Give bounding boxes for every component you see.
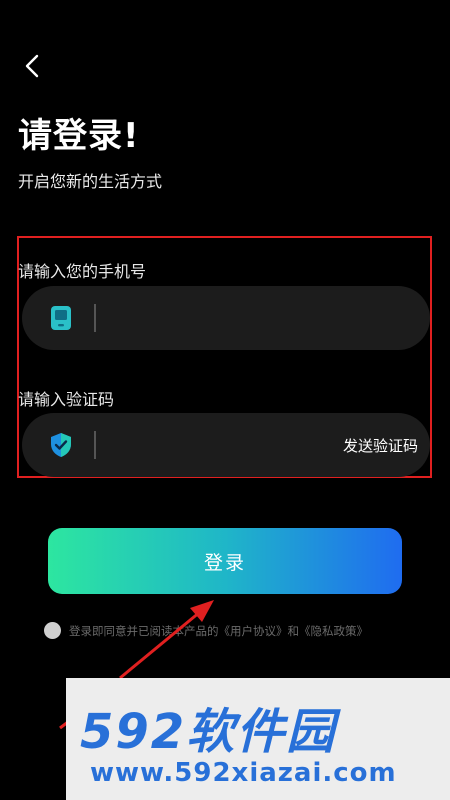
code-label: 请输入验证码 (18, 390, 115, 409)
phone-icon (48, 305, 74, 331)
send-code-button[interactable]: 发送验证码 (343, 435, 418, 456)
field-divider (94, 431, 96, 459)
user-agreement-link[interactable]: 《用户协议》 (219, 623, 288, 639)
page-title: 请登录! (18, 116, 140, 156)
watermark-logo: 592软件园 (80, 704, 337, 760)
login-button[interactable]: 登录 (48, 528, 402, 594)
privacy-policy-link[interactable]: 《隐私政策》 (299, 623, 368, 639)
shield-check-icon (48, 432, 74, 458)
agreement-checkbox[interactable] (44, 622, 61, 639)
field-divider (94, 304, 96, 332)
agreement-prefix: 登录即同意并已阅读本产品的 (69, 623, 219, 638)
watermark-url: www.592xiazai.com (90, 758, 397, 788)
agreement-row: 登录即同意并已阅读本产品的 《用户协议》 和 《隐私政策》 (44, 622, 368, 639)
back-button[interactable] (18, 52, 46, 80)
code-field[interactable]: 发送验证码 (22, 413, 430, 477)
agreement-and: 和 (287, 623, 300, 638)
phone-label: 请输入您的手机号 (18, 262, 147, 281)
chevron-left-icon (25, 54, 39, 78)
watermark: 592软件园 www.592xiazai.com (66, 678, 450, 800)
phone-field[interactable] (22, 286, 430, 350)
phone-input[interactable] (108, 297, 430, 339)
code-input[interactable] (108, 424, 343, 466)
page-subtitle: 开启您新的生活方式 (18, 172, 163, 191)
